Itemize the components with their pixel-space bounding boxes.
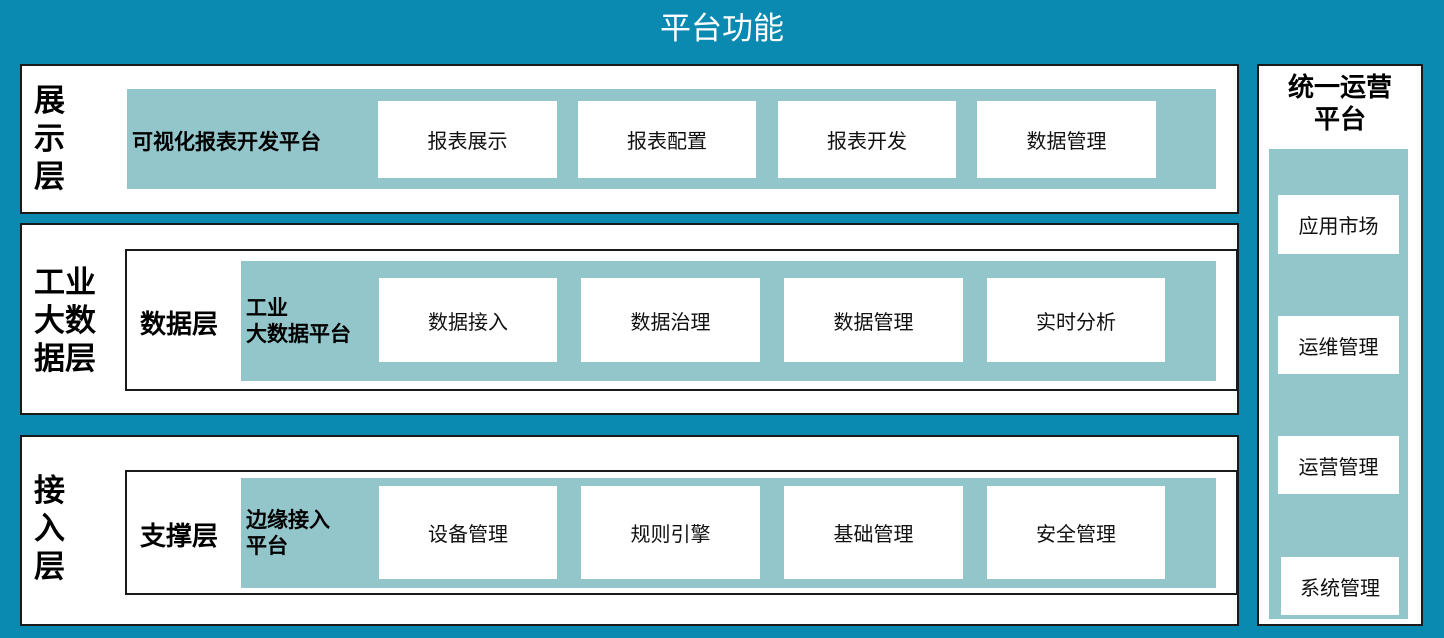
bigdata-label-line: 工业: [34, 265, 96, 301]
module-data-ingestion: 数据接入: [379, 278, 557, 362]
access-label-line: 层: [34, 549, 65, 585]
ops-title-line: 平台: [1313, 105, 1366, 135]
ops-item-system: 系统管理: [1281, 557, 1399, 615]
presentation-label-line: 展: [34, 83, 65, 119]
bigdata-label-line: 据层: [34, 341, 96, 377]
presentation-layer-label: 展 示 层: [34, 82, 65, 196]
ops-item-operations: 运营管理: [1278, 436, 1399, 494]
support-sublayer-label: 支撑层: [140, 522, 219, 552]
module-rule-engine: 规则引擎: [581, 486, 760, 579]
report-platform-label: 可视化报表开发平台: [132, 130, 321, 154]
ops-title-line: 统一运营: [1287, 73, 1392, 103]
module-realtime-analysis: 实时分析: [987, 278, 1165, 362]
edge-platform-label: 边缘接入 平台: [246, 507, 330, 559]
access-label-line: 入: [34, 511, 65, 547]
module-report-config: 报表配置: [578, 101, 756, 178]
bigdata-layer-label: 工业 大数 据层: [34, 264, 96, 378]
module-data-governance: 数据治理: [581, 278, 760, 362]
module-data-management: 数据管理: [977, 101, 1156, 178]
bigdata-label-line: 大数: [34, 303, 96, 339]
edge-platform-line: 边缘接入: [246, 508, 330, 532]
ops-platform-title: 统一运营 平台: [1257, 72, 1423, 136]
bigdata-platform-line: 大数据平台: [246, 322, 351, 346]
access-layer-label: 接 入 层: [34, 472, 65, 586]
module-report-display: 报表展示: [378, 101, 557, 178]
bigdata-platform-line: 工业: [246, 296, 288, 320]
data-sublayer-label: 数据层: [140, 310, 219, 340]
bigdata-platform-label: 工业 大数据平台: [246, 295, 351, 347]
module-device-management: 设备管理: [379, 486, 557, 579]
ops-item-app-market: 应用市场: [1278, 195, 1399, 254]
edge-platform-line: 平台: [246, 534, 288, 558]
module-basic-management: 基础管理: [784, 486, 963, 579]
page-title: 平台功能: [660, 11, 784, 47]
access-label-line: 接: [34, 473, 65, 509]
presentation-label-line: 示: [34, 121, 65, 157]
presentation-label-line: 层: [34, 159, 65, 195]
ops-item-maintenance: 运维管理: [1278, 316, 1399, 374]
module-report-dev: 报表开发: [778, 101, 956, 178]
module-security-management: 安全管理: [987, 486, 1165, 579]
module-data-management-2: 数据管理: [784, 278, 963, 362]
